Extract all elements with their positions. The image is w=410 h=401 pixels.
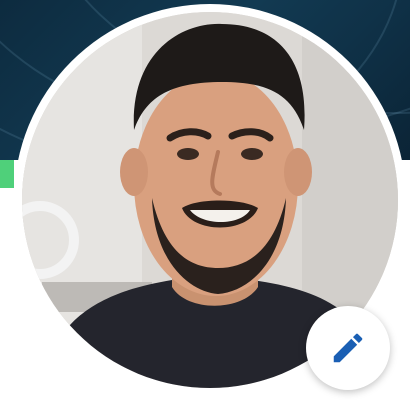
edit-photo-button[interactable]	[306, 306, 390, 390]
profile-header	[0, 0, 410, 401]
banner-accent	[0, 160, 14, 188]
pencil-icon	[333, 333, 363, 363]
